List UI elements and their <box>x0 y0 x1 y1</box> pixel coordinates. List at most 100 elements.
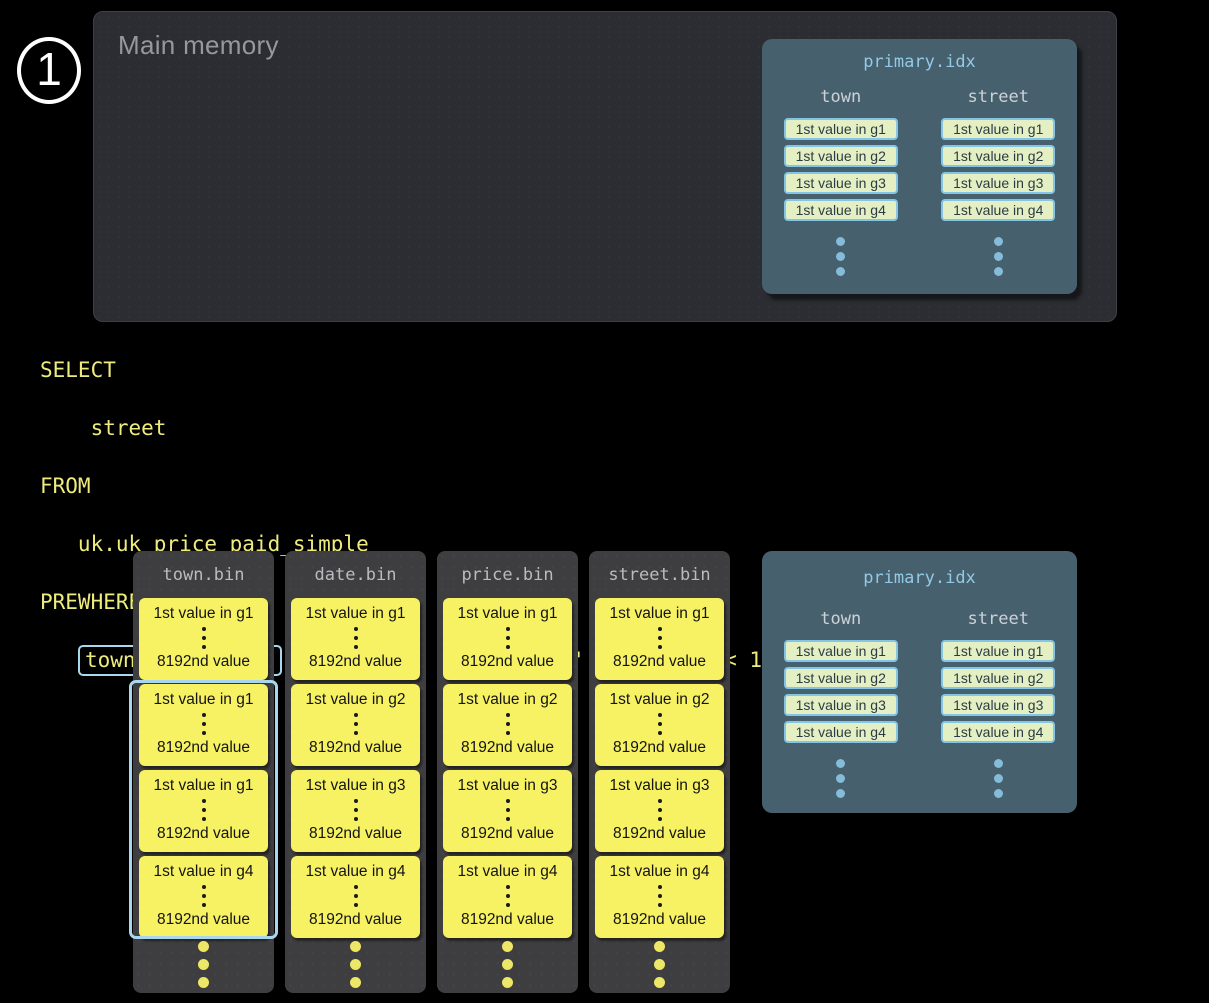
vertical-ellipsis-icon <box>354 799 358 821</box>
granule-last-value: 8192nd value <box>309 653 402 671</box>
index-entry: 1st value in g3 <box>941 172 1055 194</box>
vertical-ellipsis-icon <box>133 941 274 988</box>
index-entry: 1st value in g1 <box>941 118 1055 140</box>
granule-block: 1st value in g2 8192nd value <box>291 684 420 766</box>
index-entry: 1st value in g3 <box>941 694 1055 716</box>
vertical-ellipsis-icon <box>506 627 510 649</box>
granule-last-value: 8192nd value <box>309 739 402 757</box>
primary-index-panel-memory: primary.idx town 1st value in g1 1st val… <box>762 39 1077 294</box>
index-column-town: town 1st value in g1 1st value in g2 1st… <box>762 87 920 276</box>
index-entry: 1st value in g2 <box>784 145 898 167</box>
vertical-ellipsis-icon <box>202 799 206 821</box>
granule-block: 1st value in g1 8192nd value <box>139 684 268 766</box>
vertical-ellipsis-icon <box>658 627 662 649</box>
granule-last-value: 8192nd value <box>613 739 706 757</box>
granule-block: 1st value in g1 8192nd value <box>139 598 268 680</box>
granule-block: 1st value in g2 8192nd value <box>595 684 724 766</box>
granule-last-value: 8192nd value <box>157 911 250 929</box>
index-entry: 1st value in g3 <box>784 172 898 194</box>
granule-last-value: 8192nd value <box>309 911 402 929</box>
granule-first-value: 1st value in g4 <box>154 863 254 881</box>
index-column-header: street <box>968 87 1029 107</box>
index-entry: 1st value in g1 <box>941 640 1055 662</box>
primary-index-columns: town 1st value in g1 1st value in g2 1st… <box>762 87 1077 276</box>
primary-index-panel-disk: primary.idx town 1st value in g1 1st val… <box>762 551 1077 813</box>
granule-block: 1st value in g4 8192nd value <box>291 856 420 938</box>
index-entry: 1st value in g4 <box>784 199 898 221</box>
index-column-street: street 1st value in g1 1st value in g2 1… <box>920 87 1078 276</box>
granule-first-value: 1st value in g3 <box>458 777 558 795</box>
granule-last-value: 8192nd value <box>461 739 554 757</box>
granule-last-value: 8192nd value <box>613 825 706 843</box>
granule-last-value: 8192nd value <box>157 653 250 671</box>
index-column-header: town <box>820 87 861 107</box>
vertical-ellipsis-icon <box>836 237 845 276</box>
granule-block: 1st value in g4 8192nd value <box>443 856 572 938</box>
granule-last-value: 8192nd value <box>309 825 402 843</box>
granule-last-value: 8192nd value <box>157 825 250 843</box>
granule-first-value: 1st value in g4 <box>458 863 558 881</box>
vertical-ellipsis-icon <box>202 713 206 735</box>
vertical-ellipsis-icon <box>354 885 358 907</box>
vertical-ellipsis-icon <box>202 627 206 649</box>
granule-first-value: 1st value in g1 <box>458 605 558 623</box>
index-entry: 1st value in g4 <box>941 199 1055 221</box>
granule-block: 1st value in g1 8192nd value <box>443 598 572 680</box>
vertical-ellipsis-icon <box>354 713 358 735</box>
step-1-badge: 1 <box>17 37 81 104</box>
granule-first-value: 1st value in g2 <box>458 691 558 709</box>
index-entry: 1st value in g1 <box>784 118 898 140</box>
primary-index-title: primary.idx <box>863 52 976 72</box>
granule-last-value: 8192nd value <box>613 911 706 929</box>
granule-blocks: 1st value in g1 8192nd value 1st value i… <box>291 598 420 938</box>
granule-first-value: 1st value in g1 <box>154 605 254 623</box>
granule-last-value: 8192nd value <box>461 653 554 671</box>
granule-last-value: 8192nd value <box>461 911 554 929</box>
vertical-ellipsis-icon <box>994 237 1003 276</box>
granule-first-value: 1st value in g1 <box>306 605 406 623</box>
column-file-title: price.bin <box>437 565 578 585</box>
sql-line: SELECT <box>40 356 838 385</box>
index-column-street: street 1st value in g1 1st value in g2 1… <box>920 609 1078 798</box>
granule-blocks: 1st value in g1 8192nd value 1st value i… <box>139 598 268 938</box>
vertical-ellipsis-icon <box>994 759 1003 798</box>
column-file-date-bin: date.bin 1st value in g1 8192nd value 1s… <box>285 551 426 993</box>
vertical-ellipsis-icon <box>506 799 510 821</box>
index-entry: 1st value in g2 <box>784 667 898 689</box>
column-file-street-bin: street.bin 1st value in g1 8192nd value … <box>589 551 730 993</box>
vertical-ellipsis-icon <box>658 799 662 821</box>
granule-first-value: 1st value in g4 <box>306 863 406 881</box>
vertical-ellipsis-icon <box>285 941 426 988</box>
index-entry: 1st value in g2 <box>941 667 1055 689</box>
granule-last-value: 8192nd value <box>461 825 554 843</box>
primary-index-title: primary.idx <box>863 568 976 588</box>
index-entry: 1st value in g4 <box>941 721 1055 743</box>
granule-block: 1st value in g4 8192nd value <box>595 856 724 938</box>
granule-first-value: 1st value in g2 <box>610 691 710 709</box>
index-entry: 1st value in g4 <box>784 721 898 743</box>
step-number: 1 <box>36 46 62 92</box>
column-file-title: town.bin <box>133 565 274 585</box>
vertical-ellipsis-icon <box>506 885 510 907</box>
granule-block: 1st value in g3 8192nd value <box>443 770 572 852</box>
vertical-ellipsis-icon <box>354 627 358 649</box>
granule-block: 1st value in g1 8192nd value <box>291 598 420 680</box>
sql-line: street <box>40 414 838 443</box>
granule-blocks: 1st value in g1 8192nd value 1st value i… <box>443 598 572 938</box>
granule-block: 1st value in g3 8192nd value <box>291 770 420 852</box>
granule-first-value: 1st value in g1 <box>154 777 254 795</box>
sql-indent <box>40 648 78 672</box>
granule-first-value: 1st value in g2 <box>306 691 406 709</box>
column-file-title: date.bin <box>285 565 426 585</box>
granule-first-value: 1st value in g4 <box>610 863 710 881</box>
sql-line: FROM <box>40 472 838 501</box>
index-column-header: town <box>820 609 861 629</box>
vertical-ellipsis-icon <box>506 713 510 735</box>
vertical-ellipsis-icon <box>658 885 662 907</box>
vertical-ellipsis-icon <box>202 885 206 907</box>
granule-first-value: 1st value in g3 <box>610 777 710 795</box>
column-file-price-bin: price.bin 1st value in g1 8192nd value 1… <box>437 551 578 993</box>
vertical-ellipsis-icon <box>437 941 578 988</box>
granule-last-value: 8192nd value <box>157 739 250 757</box>
column-file-title: street.bin <box>589 565 730 585</box>
